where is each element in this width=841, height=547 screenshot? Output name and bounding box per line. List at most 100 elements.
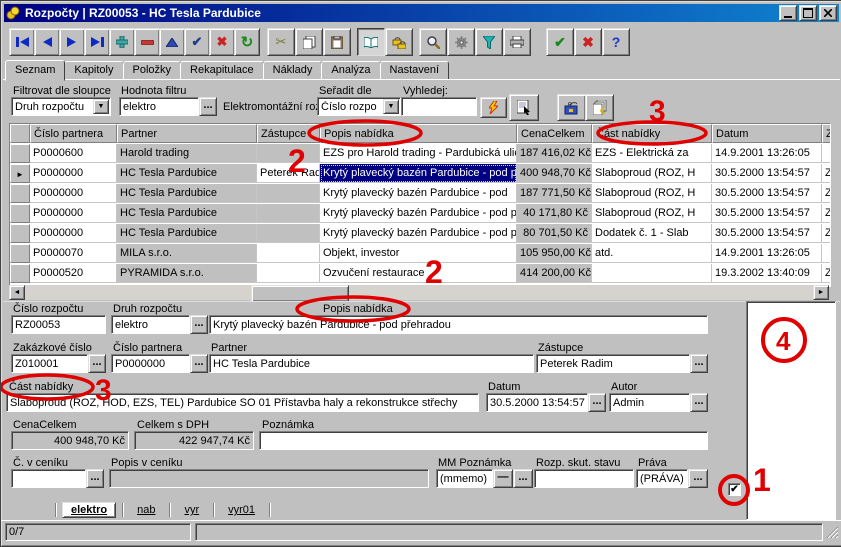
resize-grip[interactable] xyxy=(825,525,838,543)
grid-column-header[interactable]: Partner xyxy=(117,124,257,143)
grid-hscrollbar[interactable]: ◄ ► xyxy=(9,285,829,300)
grid-column-header[interactable]: Zástupce xyxy=(257,124,320,143)
grid-cell[interactable]: Harold trading xyxy=(117,144,257,163)
locks-icon[interactable] xyxy=(385,28,413,56)
grid-cell[interactable] xyxy=(592,264,712,283)
search-input[interactable] xyxy=(401,97,477,116)
table-row[interactable]: P0000520PYRAMIDA s.r.o.Ozvučení restaura… xyxy=(10,264,831,284)
table-row[interactable]: P0000000HC Tesla PardubiceKrytý plavecký… xyxy=(10,184,831,204)
grid-cell[interactable]: 187 771,50 Kč xyxy=(517,184,592,203)
scroll-right-icon[interactable]: ► xyxy=(813,285,829,300)
first-record-button[interactable] xyxy=(9,28,35,56)
grid-cell[interactable]: P0000000 xyxy=(30,204,117,223)
report-document-icon[interactable] xyxy=(509,94,539,121)
grid-cell[interactable]: 30.5.2000 13:54:57 xyxy=(712,184,822,203)
grid-cell[interactable]: HC Tesla Pardubice xyxy=(117,184,257,203)
grid-cell[interactable] xyxy=(257,264,320,283)
chevron-down-icon[interactable]: ▼ xyxy=(93,99,109,114)
grid-cell[interactable]: Krytý plavecký bazén Pardubice - pod p xyxy=(320,224,517,243)
grid-cell[interactable]: P0000000 xyxy=(30,224,117,243)
delete-record-icon[interactable] xyxy=(134,28,160,56)
budget-type-ellipsis-button[interactable]: ... xyxy=(190,315,208,334)
offer-part-field[interactable]: Slaboproud (ROZ, HOD, EZS, TEL) Pardubic… xyxy=(6,393,479,412)
prior-record-button[interactable] xyxy=(34,28,60,56)
grid-column-header[interactable]: Číslo partnera xyxy=(30,124,117,143)
bottom-tab-vyr01[interactable]: vyr01 xyxy=(228,504,255,516)
grid-cell[interactable]: PYRAMIDA s.r.o. xyxy=(117,264,257,283)
tab-rekapitulace[interactable]: Rekapitulace xyxy=(180,61,264,80)
grid-cell[interactable]: 14.9.2001 13:26:05 xyxy=(712,144,822,163)
date-ellipsis-button[interactable]: ... xyxy=(588,393,606,412)
partner-field[interactable]: HC Tesla Pardubice xyxy=(209,354,534,373)
grid-column-header[interactable]: CenaCelkem xyxy=(517,124,592,143)
sort-select[interactable]: Číslo rozpo ▼ xyxy=(317,97,401,116)
scroll-thumb[interactable] xyxy=(251,285,349,302)
grid-cell[interactable]: EZS - Elektrická za xyxy=(592,144,712,163)
scroll-left-icon[interactable]: ◄ xyxy=(9,285,25,300)
grid-cell[interactable]: Z xyxy=(822,164,831,183)
row-selector[interactable] xyxy=(10,204,30,223)
table-row[interactable]: P0000070MILA s.r.o.Objekt, investor105 9… xyxy=(10,244,831,264)
minimize-button[interactable] xyxy=(779,5,797,21)
grid-cell[interactable]: 80 701,50 Kč xyxy=(517,224,592,243)
offer-description-field[interactable]: Krytý plavecký bazén Pardubice - pod pře… xyxy=(209,315,708,334)
help-icon[interactable]: ? xyxy=(602,28,630,56)
records-grid[interactable]: Číslo partneraPartnerZástupcePopis nabíd… xyxy=(9,123,831,287)
tab-polozky[interactable]: Položky xyxy=(123,61,182,80)
grid-cell[interactable]: Krytý plavecký bazén Pardubice - pod p xyxy=(320,204,517,223)
tab-nastaveni[interactable]: Nastavení xyxy=(380,61,450,80)
grid-cell[interactable]: 187 416,02 Kč xyxy=(517,144,592,163)
grid-cell[interactable]: Slaboproud (ROZ, H xyxy=(592,204,712,223)
partner-number-ellipsis-button[interactable]: ... xyxy=(190,354,208,373)
representative-field[interactable]: Peterek Radim xyxy=(536,354,690,373)
grid-cell[interactable]: 19.3.2002 13:40:09 xyxy=(712,264,822,283)
order-number-field[interactable]: Z010001 xyxy=(11,354,88,373)
order-number-ellipsis-button[interactable]: ... xyxy=(88,354,106,373)
archive-export-icon[interactable]: R xyxy=(557,94,586,121)
grid-cell[interactable]: Slaboproud (ROZ, H xyxy=(592,184,712,203)
tab-naklady[interactable]: Náklady xyxy=(263,61,323,80)
cut-icon[interactable]: ✂ xyxy=(267,28,295,56)
tab-seznam[interactable]: Seznam xyxy=(5,60,65,81)
table-row[interactable]: P0000600Harold tradingEZS pro Harold tra… xyxy=(10,144,831,164)
rights-field[interactable]: (PRÁVA) xyxy=(636,469,688,488)
grid-cell[interactable] xyxy=(822,244,831,263)
table-row[interactable]: P0000000HC Tesla Pardubice Krytý plavecký… xyxy=(10,204,831,224)
grid-cell[interactable]: Slaboproud (ROZ, H xyxy=(592,164,712,183)
row-selector[interactable] xyxy=(10,264,30,283)
grid-column-header[interactable]: Datum xyxy=(712,124,822,143)
grid-cell[interactable]: MILA s.r.o. xyxy=(117,244,257,263)
grid-cell[interactable]: Krytý plavecký bazén Pardubice - pod xyxy=(320,184,517,203)
tab-kapitoly[interactable]: Kapitoly xyxy=(64,61,123,80)
table-row[interactable]: ►P0000000HC Tesla PardubicePeterek Radim… xyxy=(10,164,831,184)
grid-column-header[interactable]: Popis nabídka xyxy=(320,124,517,143)
post-edit-icon[interactable]: ✔ xyxy=(184,28,210,56)
grid-cell[interactable]: EZS pro Harold trading - Pardubická ulic… xyxy=(320,144,517,163)
row-selector[interactable] xyxy=(10,144,30,163)
date-field[interactable]: 30.5.2000 13:54:57 xyxy=(486,393,588,412)
paste-icon[interactable] xyxy=(323,28,351,56)
actual-state-budget-field[interactable] xyxy=(534,469,634,488)
grid-cell[interactable]: HC Tesla Pardubice xyxy=(117,164,257,183)
copy-icon[interactable] xyxy=(295,28,323,56)
grid-cell[interactable]: 414 200,00 Kč xyxy=(517,264,592,283)
grid-cell[interactable]: 30.5.2000 13:54:57 xyxy=(712,204,822,223)
pricelist-number-ellipsis-button[interactable]: ... xyxy=(86,469,104,488)
author-ellipsis-button[interactable]: ... xyxy=(690,393,708,412)
filter-value-input[interactable]: elektro xyxy=(119,97,199,116)
grid-cell[interactable]: 30.5.2000 13:54:57 xyxy=(712,164,822,183)
grid-cell[interactable]: P0000000 xyxy=(30,164,117,183)
grid-cell[interactable]: atd. xyxy=(592,244,712,263)
grid-cell[interactable]: Z xyxy=(822,184,831,203)
chevron-down-icon[interactable]: ▼ xyxy=(383,99,399,114)
insert-record-icon[interactable] xyxy=(109,28,135,56)
grid-cell[interactable]: HC Tesla Pardubice xyxy=(117,204,257,223)
budget-number-field[interactable]: RZ00053 xyxy=(11,315,106,334)
grid-cell[interactable]: Z xyxy=(822,264,831,283)
grid-column-header[interactable]: Z xyxy=(822,124,831,143)
pages-currency-icon[interactable]: € xyxy=(585,94,614,121)
detail-book-icon[interactable] xyxy=(357,28,385,56)
bottom-tab-elektro[interactable]: elektro xyxy=(62,502,116,518)
grid-cell[interactable] xyxy=(257,184,320,203)
maximize-button[interactable] xyxy=(799,5,817,21)
